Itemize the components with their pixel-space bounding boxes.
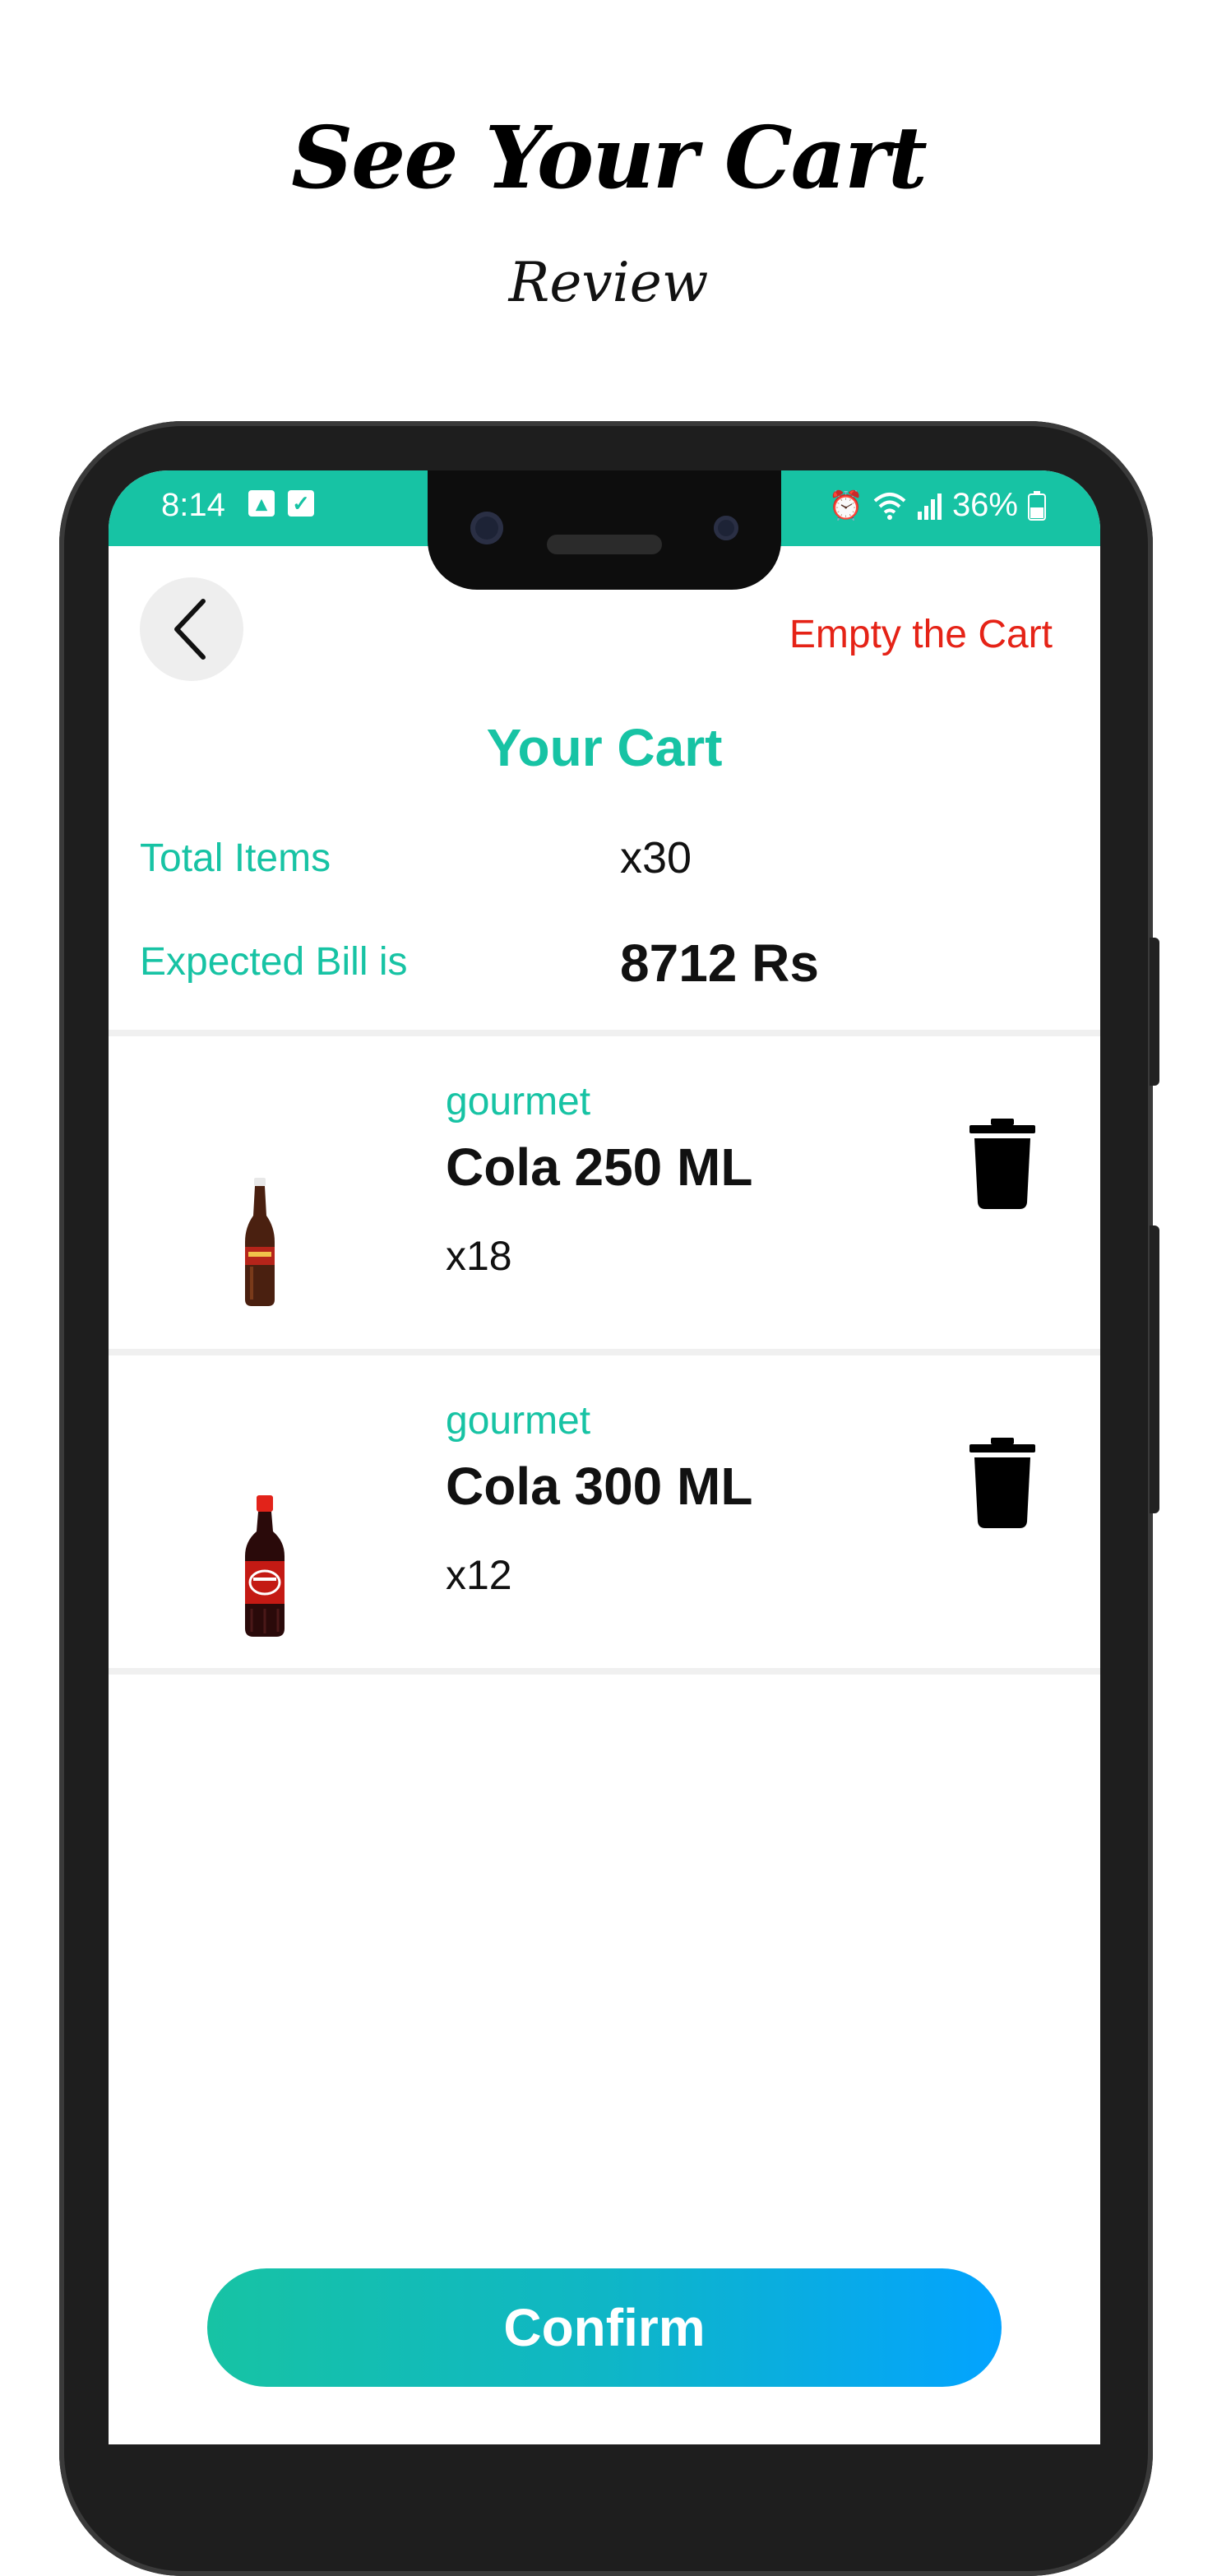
- total-items-label: Total Items: [140, 836, 331, 880]
- item-brand: gourmet: [446, 1399, 591, 1443]
- cart-title: Your Cart: [486, 718, 723, 777]
- status-system-icons: ⏰ 36%: [829, 487, 1046, 524]
- camera-notch: [428, 470, 781, 590]
- cart-item: gourmet Cola 250 ML x18: [109, 1036, 1100, 1349]
- divider: [109, 1668, 1100, 1675]
- earpiece-speaker: [547, 535, 662, 554]
- alarm-icon: ⏰: [828, 489, 863, 521]
- chevron-left-icon: [174, 599, 206, 660]
- front-sensor: [714, 516, 738, 540]
- back-button[interactable]: [140, 577, 243, 681]
- check-icon: ✓: [288, 490, 314, 517]
- cart-item: gourmet Cola 300 ML x12: [109, 1355, 1100, 1668]
- confirm-button[interactable]: Confirm: [207, 2268, 1002, 2387]
- item-quantity: x12: [446, 1552, 512, 1598]
- item-quantity: x18: [446, 1233, 512, 1279]
- divider: [109, 1030, 1100, 1036]
- trash-icon[interactable]: [969, 1119, 1035, 1209]
- trash-icon[interactable]: [969, 1438, 1035, 1528]
- expected-bill-value: 8712 Rs: [620, 934, 819, 993]
- promo-title: See Your Cart: [291, 107, 928, 208]
- wifi-icon: [873, 492, 906, 520]
- front-camera: [470, 512, 503, 544]
- total-items-value: x30: [620, 833, 692, 883]
- empty-cart-button[interactable]: Empty the Cart: [789, 612, 1053, 657]
- cola-bottle-250ml-image: [245, 1178, 275, 1306]
- item-name: Cola 300 ML: [446, 1457, 753, 1516]
- app-screen: 8:14 ▴ ✓ ⏰ 36% Empty the Cart Your Cart …: [109, 470, 1100, 2444]
- divider: [109, 1349, 1100, 1355]
- gallery-icon: ▴: [248, 490, 275, 517]
- expected-bill-label: Expected Bill is: [140, 940, 408, 984]
- phone-side-button: [1150, 1225, 1159, 1513]
- phone-side-button: [1150, 938, 1159, 1086]
- battery-icon: [1028, 490, 1046, 521]
- battery-percent: 36%: [951, 487, 1018, 523]
- cola-bottle-300ml-image: [245, 1495, 285, 1637]
- item-brand: gourmet: [446, 1080, 591, 1124]
- status-time: 8:14: [161, 487, 225, 523]
- status-notifications: ▴ ✓: [248, 490, 314, 517]
- item-name: Cola 250 ML: [446, 1137, 753, 1197]
- signal-icon: [917, 493, 942, 520]
- promo-subtitle: Review: [508, 251, 709, 314]
